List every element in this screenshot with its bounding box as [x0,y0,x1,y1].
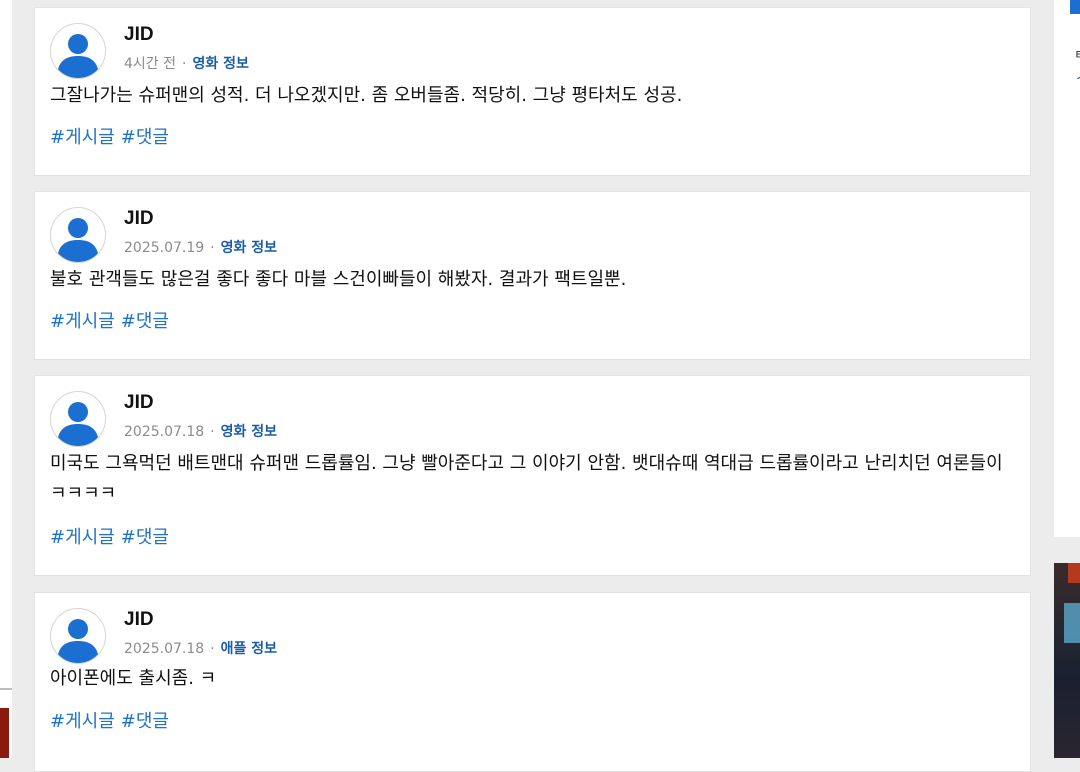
right-sidebar: ㅌ ㅅ [1054,0,1080,758]
post-text: 아이폰에도 출시좀. ㅋ [50,668,217,689]
post-author[interactable]: JID [124,208,154,230]
post-card: JID 2025.07.19 · 영화 정보 불호 관객들도 많은걸 좋다 좋다 마… [34,191,1031,360]
left-divider [0,688,12,690]
banner-accent [1068,563,1080,583]
post-time: 2025.07.18 [124,424,205,440]
post-tags: #게시글 #댓글 [50,523,175,549]
meta-separator: · [210,424,215,440]
avatar-icon[interactable] [50,207,106,263]
meta-separator: · [210,240,215,256]
sidebar-banner-image[interactable] [1054,563,1080,758]
post-text: 불호 관객들도 많은걸 좋다 좋다 마블 스건이빠들이 해봤자. 결과가 팩트일… [50,269,627,290]
post-meta: 2025.07.18 · 애플 정보 [124,638,277,658]
sidebar-link-fragment[interactable]: ㅅ [1075,66,1080,86]
tag-link[interactable]: #게시글 [50,527,115,548]
post-tags: #게시글 #댓글 [50,707,175,733]
tag-link[interactable]: #댓글 [121,527,169,548]
post-time: 2025.07.19 [124,240,205,256]
banner-glow [1064,603,1080,643]
tag-link[interactable]: #게시글 [50,711,115,732]
post-time: 4시간 전 [124,56,176,72]
avatar-icon[interactable] [50,391,106,447]
post-tags: #게시글 #댓글 [50,123,175,149]
tag-link[interactable]: #댓글 [121,711,169,732]
post-meta: 4시간 전 · 영화 정보 [124,53,249,73]
post-tags: #게시글 #댓글 [50,307,175,333]
post-text: 그잘나가는 슈퍼맨의 성적. 더 나오겠지만. 좀 오버들좀. 적당히. 그냥 … [50,85,683,106]
tag-link[interactable]: #댓글 [121,311,169,332]
left-thumbnail-image[interactable] [0,708,9,758]
meta-separator: · [210,641,215,657]
avatar-icon[interactable] [50,23,106,79]
post-card: JID 2025.07.18 · 영화 정보 미국도 그욕먹던 배트맨대 슈퍼맨 드… [34,375,1031,576]
post-meta: 2025.07.18 · 영화 정보 [124,421,277,441]
sidebar-heading-fragment: ㅌ [1074,48,1080,63]
left-edge-panel [0,0,12,758]
post-author[interactable]: JID [124,392,154,414]
post-category-link[interactable]: 영화 정보 [221,424,277,440]
meta-separator: · [182,56,187,72]
post-category-link[interactable]: 영화 정보 [221,240,277,256]
post-author[interactable]: JID [124,24,154,46]
post-feed: JID 4시간 전 · 영화 정보 그잘나가는 슈퍼맨의 성적. 더 나오겠지만. … [34,0,1032,772]
post-time: 2025.07.18 [124,641,205,657]
post-author[interactable]: JID [124,609,154,631]
tag-link[interactable]: #게시글 [50,127,115,148]
post-category-link[interactable]: 애플 정보 [221,641,277,657]
post-meta: 2025.07.19 · 영화 정보 [124,237,277,257]
avatar-icon[interactable] [50,608,106,664]
tag-link[interactable]: #게시글 [50,311,115,332]
tag-link[interactable]: #댓글 [121,127,169,148]
sidebar-blue-button[interactable] [1070,0,1080,14]
post-text: 미국도 그욕먹던 배트맨대 슈퍼맨 드롭률임. 그냥 빨아준다고 그 이야기 안… [50,453,1003,504]
post-card: JID 4시간 전 · 영화 정보 그잘나가는 슈퍼맨의 성적. 더 나오겠지만. … [34,7,1031,176]
post-card: JID 2025.07.18 · 애플 정보 아이폰에도 출시좀. ㅋ #게시글 #댓… [34,592,1031,772]
post-category-link[interactable]: 영화 정보 [192,56,248,72]
sidebar-gap [1054,537,1080,563]
